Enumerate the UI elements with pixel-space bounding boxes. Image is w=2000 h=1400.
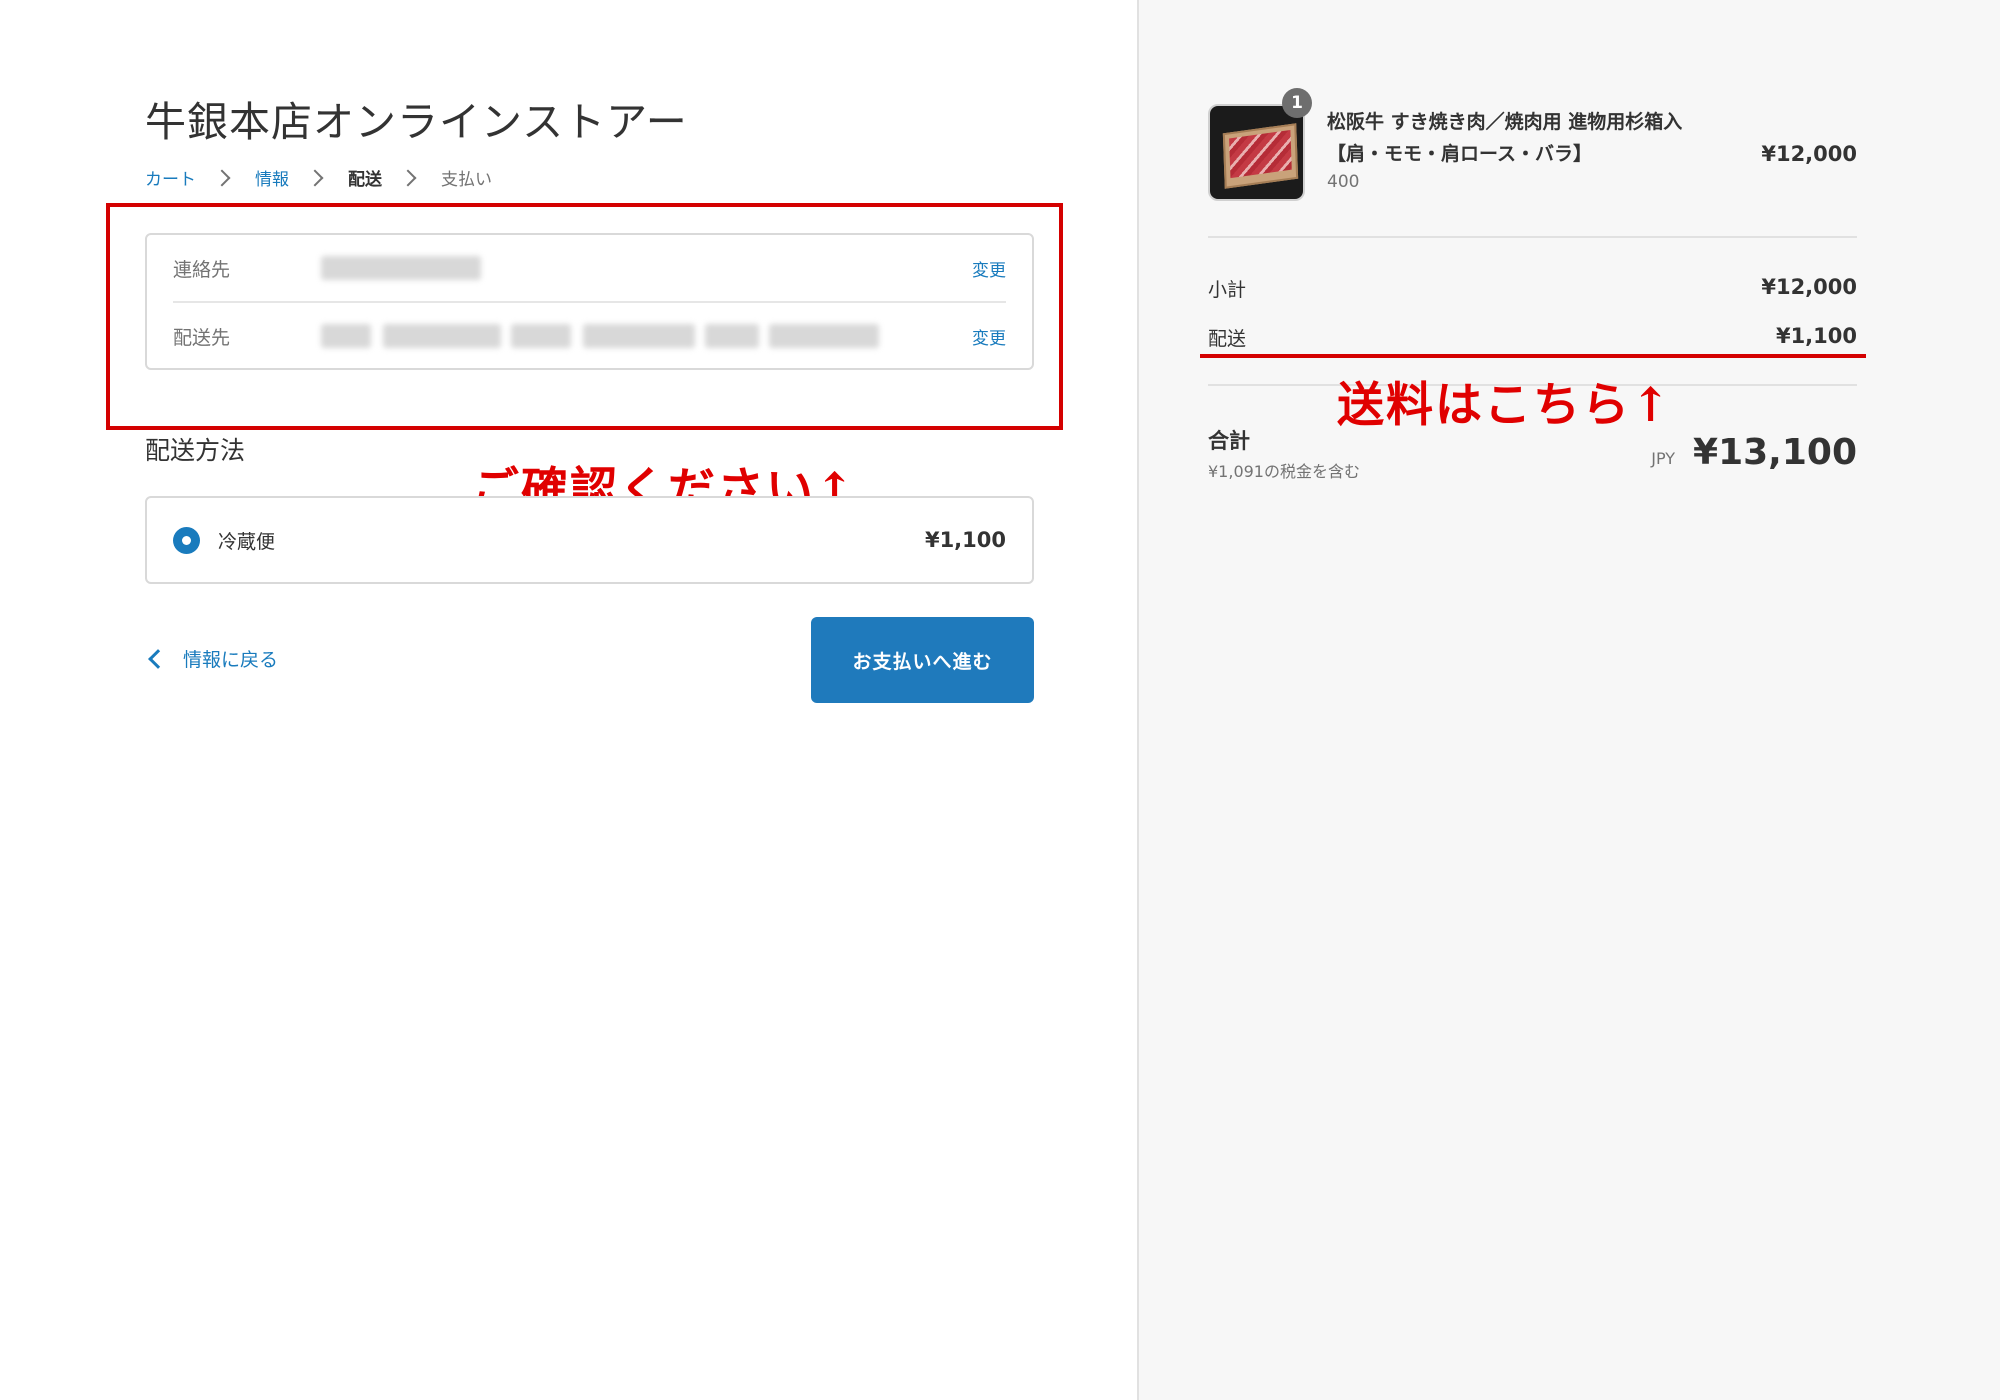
breadcrumb-info[interactable]: 情報 (255, 165, 289, 190)
total-amount: ¥13,100 (1693, 432, 1857, 473)
currency-code: JPY (1651, 449, 1676, 468)
total-label: 合計 (1208, 429, 1250, 453)
subtotal-value: ¥12,000 (1761, 275, 1857, 299)
shipping-option-price: ¥1,100 (924, 528, 1006, 552)
breadcrumb-payment: 支払い (441, 170, 492, 190)
product-price: ¥12,000 (1761, 142, 1857, 166)
product-name: 松阪牛 すき焼き肉／焼肉用 進物用杉箱入 【肩・モモ・肩ロース・バラ】 (1327, 106, 1717, 170)
product-name-line1: 松阪牛 すき焼き肉／焼肉用 進物用杉箱入 (1327, 111, 1683, 133)
chevron-right-icon (399, 169, 417, 186)
total-amount-group: JPY ¥13,100 (1651, 432, 1857, 473)
breadcrumb-shipping: 配送 (348, 170, 382, 190)
continue-to-payment-button[interactable]: お支払いへ進む (811, 617, 1034, 703)
breadcrumb: カート 情報 配送 支払い (145, 165, 492, 190)
product-image (1222, 123, 1299, 189)
shipping-value: ¥1,100 (1775, 324, 1857, 348)
main-content: 牛銀本店オンラインストアー カート 情報 配送 支払い 連絡先 変更 配送先 変… (0, 0, 1137, 1400)
breadcrumb-cart[interactable]: カート (145, 165, 196, 190)
tax-note: ¥1,091の税金を含む (1208, 462, 1360, 481)
back-link-label: 情報に戻る (183, 649, 279, 671)
chevron-right-icon (213, 169, 231, 186)
shipping-method-heading: 配送方法 (145, 436, 246, 465)
shipping-option[interactable]: 冷蔵便 ¥1,100 (145, 496, 1034, 584)
subtotal-row: 小計 ¥12,000 (1208, 275, 1857, 302)
shipping-row: 配送 ¥1,100 (1208, 324, 1857, 351)
product-variant: 400 (1327, 172, 1360, 192)
annotation-highlight-box (106, 203, 1063, 430)
shipping-label: 配送 (1208, 328, 1247, 350)
back-to-info-link[interactable]: 情報に戻る (145, 645, 278, 672)
order-summary-sidebar (1137, 0, 2000, 1400)
shipping-option-name: 冷蔵便 (218, 530, 276, 553)
annotation-underline (1200, 354, 1866, 358)
quantity-badge: 1 (1282, 88, 1312, 118)
store-title[interactable]: 牛銀本店オンラインストアー (145, 88, 688, 148)
summary-divider (1208, 236, 1857, 238)
chevron-right-icon (306, 169, 324, 186)
product-name-line2: 【肩・モモ・肩ロース・バラ】 (1327, 143, 1593, 165)
subtotal-label: 小計 (1208, 279, 1247, 301)
chevron-left-icon (148, 648, 168, 669)
product-thumbnail (1208, 104, 1305, 201)
annotation-shipping-fee-text: 送料はこちら↑ (1337, 378, 1673, 433)
radio-selected-icon[interactable] (173, 526, 200, 554)
